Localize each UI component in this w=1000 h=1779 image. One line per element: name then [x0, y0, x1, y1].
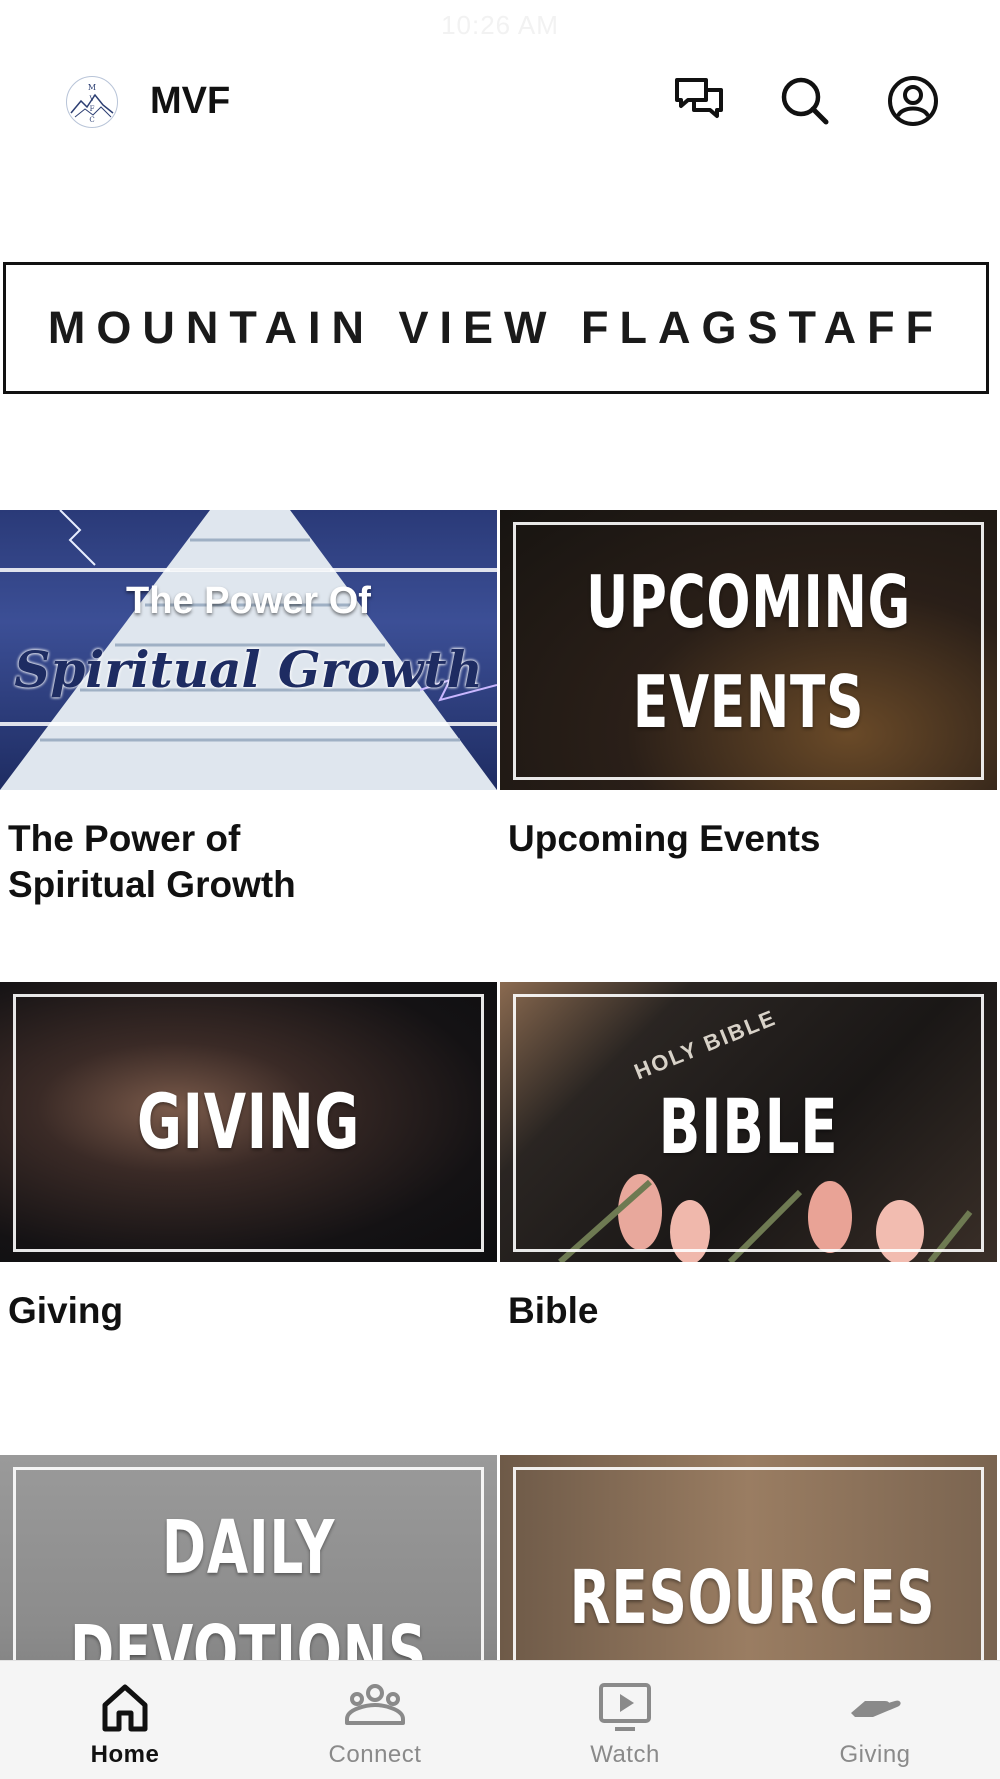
- overlay-title-line1: UPCOMING: [586, 560, 911, 644]
- overlay-title: GIVING: [136, 1077, 361, 1166]
- tab-home[interactable]: Home: [0, 1661, 250, 1779]
- caption-line1: Upcoming Events: [508, 818, 821, 859]
- banner-text: MOUNTAIN VIEW FLAGSTAFF: [47, 302, 945, 353]
- svg-text:M: M: [88, 83, 96, 92]
- caption-line2: Spiritual Growth: [8, 864, 296, 905]
- spiritual-growth-image: The Power Of Spiritual Growth: [0, 510, 497, 790]
- overlay-title-line1: DAILY: [161, 1505, 336, 1591]
- overlay-title: BIBLE: [658, 1082, 839, 1171]
- chat-icon[interactable]: [672, 74, 726, 128]
- tile-spiritual-growth[interactable]: The Power Of Spiritual Growth The Power …: [0, 510, 497, 908]
- tab-label: Giving: [839, 1741, 911, 1768]
- tab-label: Watch: [590, 1741, 660, 1768]
- app-header: M V F C MVF: [0, 60, 1000, 140]
- status-time: 10:26 AM: [441, 10, 559, 40]
- group-icon: [345, 1679, 405, 1735]
- overlay-title-line2: Spiritual Growth: [14, 640, 483, 699]
- tab-giving[interactable]: Giving: [750, 1661, 1000, 1779]
- tab-label: Connect: [328, 1741, 422, 1768]
- tile-caption: The Power of Spiritual Growth: [8, 816, 497, 908]
- tab-connect[interactable]: Connect: [250, 1661, 500, 1779]
- giving-hand-icon: [845, 1679, 905, 1735]
- upcoming-events-image: UPCOMING EVENTS: [500, 510, 997, 790]
- giving-image: GIVING: [0, 982, 497, 1262]
- profile-icon[interactable]: [886, 74, 940, 128]
- tile-caption: Bible: [508, 1288, 997, 1334]
- tab-label: Home: [90, 1741, 160, 1768]
- app-title: MVF: [150, 80, 231, 122]
- church-logo[interactable]: M V F C: [66, 76, 118, 128]
- home-icon: [95, 1679, 155, 1735]
- svg-text:C: C: [89, 116, 94, 124]
- search-icon[interactable]: [778, 74, 832, 128]
- play-screen-icon: [595, 1679, 655, 1735]
- tile-giving[interactable]: GIVING Giving: [0, 982, 497, 1334]
- tile-caption: Upcoming Events: [508, 816, 997, 862]
- overlay-title-line2: EVENTS: [632, 660, 865, 744]
- overlay-title: RESOURCES: [569, 1555, 936, 1641]
- tab-watch[interactable]: Watch: [500, 1661, 750, 1779]
- church-name-banner[interactable]: MOUNTAIN VIEW FLAGSTAFF: [3, 262, 989, 394]
- caption-line1: Bible: [508, 1290, 599, 1331]
- bible-image: HOLY BIBLE BIBLE: [500, 982, 997, 1262]
- caption-line1: Giving: [8, 1290, 124, 1331]
- mountain-logo-icon: M V F C: [70, 83, 114, 124]
- svg-text:F: F: [90, 105, 95, 113]
- tile-upcoming-events[interactable]: UPCOMING EVENTS Upcoming Events: [500, 510, 997, 862]
- bottom-tab-bar: Home Connect Watch Giving: [0, 1660, 1000, 1779]
- svg-text:V: V: [88, 95, 95, 103]
- tile-caption: Giving: [8, 1288, 497, 1334]
- overlay-title-line1: The Power Of: [126, 580, 371, 622]
- caption-line1: The Power of: [8, 818, 241, 859]
- tile-bible[interactable]: HOLY BIBLE BIBLE Bible: [500, 982, 997, 1334]
